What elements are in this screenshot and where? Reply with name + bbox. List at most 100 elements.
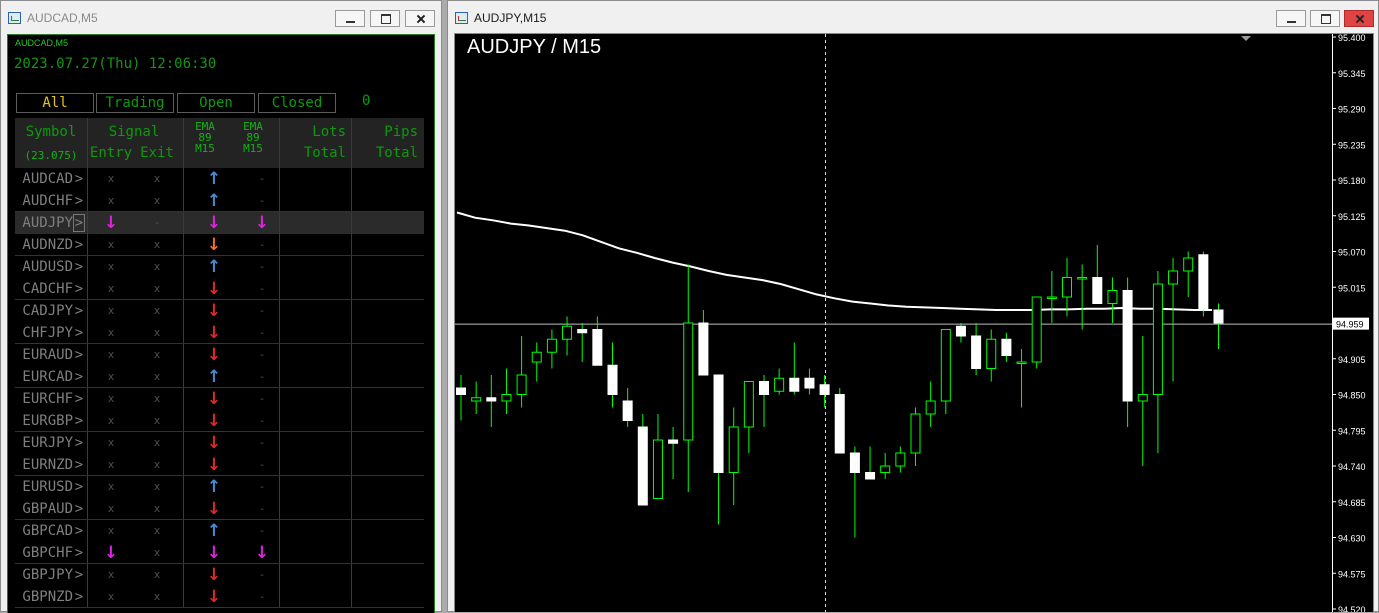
table-row[interactable]: GBPAUD > x x ↓ - — [15, 498, 424, 520]
column-divider — [87, 168, 88, 190]
entry-mark: x — [107, 458, 115, 471]
exit-mark: - — [153, 216, 161, 229]
table-row[interactable]: AUDCHF > x x ↑ - — [15, 190, 424, 212]
candle-body — [1107, 290, 1118, 304]
column-divider — [87, 366, 88, 388]
column-divider — [87, 344, 88, 366]
chevron-right-icon[interactable]: > — [73, 388, 85, 410]
entry-arrow-icon: ↓ — [103, 213, 119, 233]
column-divider — [279, 190, 280, 212]
table-row[interactable]: AUDUSD > x x ↑ - — [15, 256, 424, 278]
candle-body — [1213, 309, 1224, 324]
chevron-right-icon[interactable]: > — [73, 278, 85, 300]
close-button[interactable] — [1344, 10, 1374, 27]
chevron-right-icon[interactable]: > — [73, 168, 85, 190]
column-divider — [183, 118, 184, 168]
close-button[interactable] — [405, 10, 435, 27]
column-divider — [183, 454, 184, 476]
table-row[interactable]: CHFJPY > x x ↓ - — [15, 322, 424, 344]
price-axis-label: 95.345 — [1338, 69, 1366, 79]
table-row[interactable]: CADCHF > x x ↓ - — [15, 278, 424, 300]
column-divider — [183, 322, 184, 344]
column-divider — [351, 300, 352, 322]
maximize-button[interactable] — [370, 10, 400, 27]
column-divider — [87, 278, 88, 300]
filter-tab-open[interactable]: Open — [177, 93, 255, 113]
column-divider — [183, 586, 184, 608]
chevron-right-icon[interactable]: > — [73, 432, 85, 454]
column-divider — [279, 454, 280, 476]
exit-mark: x — [153, 568, 161, 581]
filter-tab-trading[interactable]: Trading — [96, 93, 174, 113]
table-row[interactable]: EURNZD > x x ↓ - — [15, 454, 424, 476]
arrow-up-icon: ↑ — [206, 477, 222, 497]
table-row[interactable]: AUDJPY > ↓ - ↓ ↓ — [15, 212, 424, 234]
entry-mark: x — [107, 392, 115, 405]
chevron-right-icon[interactable]: > — [73, 214, 85, 232]
table-row[interactable]: GBPNZD > x x ↓ - — [15, 586, 424, 608]
chevron-right-icon[interactable]: > — [73, 344, 85, 366]
candle-body — [1001, 338, 1012, 356]
exit-mark: x — [153, 590, 161, 603]
column-divider — [87, 520, 88, 542]
candle-body — [683, 322, 694, 441]
table-row[interactable]: GBPCHF > ↓ x ↓ ↓ — [15, 542, 424, 564]
column-divider — [87, 586, 88, 608]
chevron-right-icon[interactable]: > — [73, 454, 85, 476]
maximize-button[interactable] — [1310, 10, 1340, 27]
table-row[interactable]: AUDNZD > x x ↓ - — [15, 234, 424, 256]
column-divider — [279, 520, 280, 542]
chevron-right-icon[interactable]: > — [73, 256, 85, 278]
table-row[interactable]: EURAUD > x x ↓ - — [15, 344, 424, 366]
chevron-right-icon[interactable]: > — [73, 410, 85, 432]
price-chart[interactable]: 95.400 95.345 95.290 95.235 95.180 95.125 95.0… — [454, 33, 1374, 612]
table-row[interactable]: GBPCAD > x x ↑ - — [15, 520, 424, 542]
column-divider — [183, 432, 184, 454]
table-row[interactable]: EURUSD > x x ↑ - — [15, 476, 424, 498]
table-row[interactable]: EURCHF > x x ↓ - — [15, 388, 424, 410]
chevron-right-icon[interactable]: > — [73, 564, 85, 586]
chevron-right-icon[interactable]: > — [73, 476, 85, 498]
chevron-right-icon[interactable]: > — [73, 190, 85, 212]
minimize-button[interactable] — [1276, 10, 1306, 27]
candle-body — [1046, 296, 1057, 299]
table-row[interactable]: EURGBP > x x ↓ - — [15, 410, 424, 432]
chevron-right-icon[interactable]: > — [73, 366, 85, 388]
column-divider — [87, 476, 88, 498]
column-divider — [351, 366, 352, 388]
filter-tab-all[interactable]: All — [16, 93, 94, 113]
column-divider — [87, 542, 88, 564]
chevron-right-icon[interactable]: > — [73, 498, 85, 520]
price-axis-label: 94.905 — [1338, 355, 1366, 365]
chevron-right-icon[interactable]: > — [73, 300, 85, 322]
chevron-right-icon[interactable]: > — [73, 520, 85, 542]
candle-body — [865, 472, 876, 480]
table-row[interactable]: AUDCAD > x x ↑ - — [15, 168, 424, 190]
arrow-down-icon: ↓ — [206, 389, 222, 409]
chart-canvas[interactable]: 95.400 95.345 95.290 95.235 95.180 95.125 95.0… — [455, 34, 1373, 612]
header-symbol: Symbol — [15, 122, 87, 172]
entry-mark: x — [107, 414, 115, 427]
column-divider — [87, 190, 88, 212]
column-divider — [351, 118, 352, 168]
chevron-right-icon[interactable]: > — [73, 322, 85, 344]
table-row[interactable]: EURJPY > x x ↓ - — [15, 432, 424, 454]
candle-body — [819, 384, 830, 395]
chevron-right-icon[interactable]: > — [73, 586, 85, 608]
table-row[interactable]: EURCAD > x x ↑ - — [15, 366, 424, 388]
minimize-button[interactable] — [335, 10, 365, 27]
chevron-right-icon[interactable]: > — [73, 542, 85, 564]
table-row[interactable]: GBPJPY > x x ↓ - — [15, 564, 424, 586]
column-divider — [87, 564, 88, 586]
column-divider — [183, 212, 184, 234]
candle-body — [1137, 394, 1148, 402]
chart-titlebar[interactable]: AUDJPY,M15 — [448, 1, 1378, 35]
exit-mark: x — [153, 194, 161, 207]
column-divider — [351, 256, 352, 278]
table-row[interactable]: CADJPY > x x ↓ - — [15, 300, 424, 322]
filter-tab-closed[interactable]: Closed — [258, 93, 336, 113]
dashboard-titlebar[interactable]: AUDCAD,M5 — [1, 1, 441, 35]
chevron-right-icon[interactable]: > — [73, 234, 85, 256]
candle-body — [728, 426, 739, 473]
chart-window-icon — [455, 12, 468, 24]
